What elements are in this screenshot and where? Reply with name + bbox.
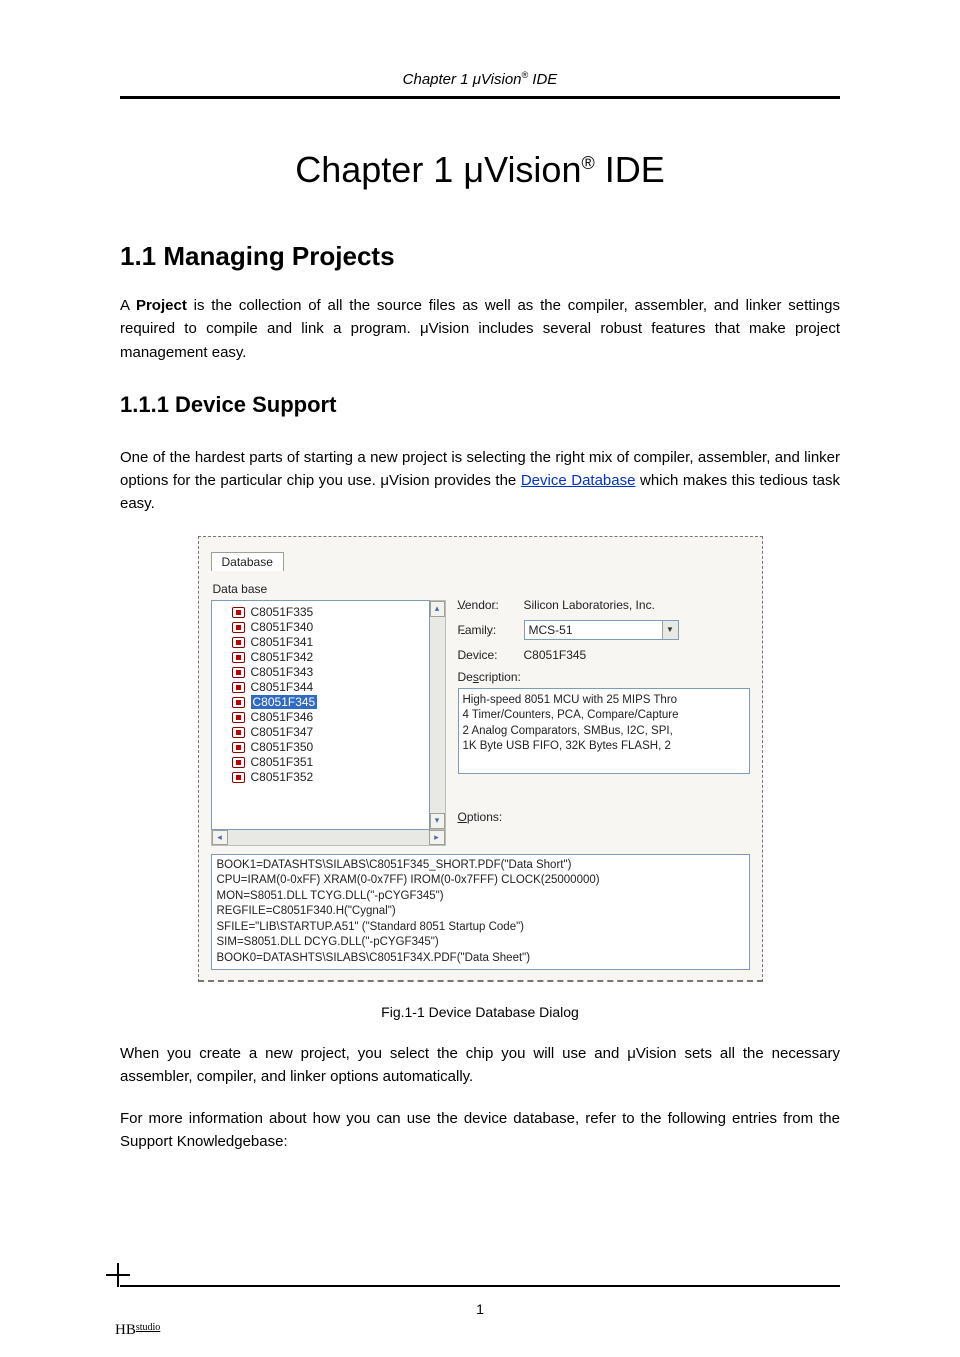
family-combobox[interactable]: MCS-51 ▼ [524, 620, 679, 640]
list-item[interactable]: C8051F335 [232, 605, 427, 620]
section-heading-1-1: 1.1 Managing Projects [120, 241, 840, 272]
list-item[interactable]: C8051F351 [232, 755, 427, 770]
chip-icon [232, 667, 245, 678]
chapter-title-pre: Chapter 1 μVision [295, 149, 581, 190]
chevron-down-icon[interactable]: ▼ [662, 621, 678, 639]
figure-caption: Fig.1-1 Device Database Dialog [120, 1004, 840, 1020]
crop-mark-icon [106, 1263, 130, 1287]
footer-brand-studio: studio [136, 1322, 160, 1333]
family-value: MCS-51 [529, 623, 573, 637]
footer-rule [120, 1285, 840, 1287]
list-item[interactable]: C8051F340 [232, 620, 427, 635]
list-item[interactable]: C8051F346 [232, 710, 427, 725]
scrollbar-vertical[interactable]: ▴ ▾ [430, 600, 446, 830]
paragraph-project-intro: A Project is the collection of all the s… [120, 294, 840, 364]
scroll-right-icon[interactable]: ▸ [429, 830, 445, 845]
device-database-dialog: Database Data base C8051F335 C8051F340 C… [198, 536, 763, 983]
vendor-label: Vendor: [458, 598, 516, 612]
chip-icon [232, 652, 245, 663]
bold-project: Project [136, 297, 187, 314]
device-database-link[interactable]: Device Database [521, 472, 636, 489]
chip-icon [232, 622, 245, 633]
device-value: C8051F345 [524, 648, 750, 662]
running-header-pre: Chapter 1 μVision [403, 71, 522, 88]
list-item[interactable]: C8051F352 [232, 770, 427, 785]
chapter-title-sup: ® [581, 153, 594, 173]
list-item[interactable]: C8051F341 [232, 635, 427, 650]
chip-icon [232, 727, 245, 738]
scrollbar-horizontal[interactable]: ◂ ▸ [211, 830, 446, 846]
paragraph-device-support: One of the hardest parts of starting a n… [120, 446, 840, 516]
chip-icon [232, 742, 245, 753]
running-header: Chapter 1 μVision® IDE [120, 70, 840, 99]
footer-brand: HBstudio [115, 1322, 160, 1339]
list-item[interactable]: C8051F344 [232, 680, 427, 695]
database-list-title: Data base [213, 582, 446, 596]
chapter-title: Chapter 1 μVision® IDE [120, 149, 840, 191]
scroll-up-icon[interactable]: ▴ [430, 601, 445, 617]
options-textbox[interactable]: BOOK1=DATASHTS\SILABS\C8051F345_SHORT.PD… [211, 854, 750, 971]
list-item[interactable]: C8051F347 [232, 725, 427, 740]
chip-icon [232, 637, 245, 648]
description-textbox[interactable]: High-speed 8051 MCU with 25 MIPS Thro 4 … [458, 688, 750, 774]
paragraph-more-info: For more information about how you can u… [120, 1107, 840, 1154]
chapter-title-post: IDE [595, 149, 665, 190]
chip-icon [232, 757, 245, 768]
chip-icon [232, 682, 245, 693]
dialog-tab-database[interactable]: Database [211, 552, 284, 571]
page-number: 1 [0, 1301, 960, 1317]
footer-brand-hb: HB [115, 1322, 136, 1338]
family-label: Family: [458, 623, 516, 637]
chip-icon [232, 697, 245, 708]
chip-icon [232, 607, 245, 618]
list-item[interactable]: C8051F350 [232, 740, 427, 755]
list-item[interactable]: C8051F342 [232, 650, 427, 665]
vendor-value: Silicon Laboratories, Inc. [524, 598, 750, 612]
chip-icon [232, 772, 245, 783]
scroll-down-icon[interactable]: ▾ [430, 813, 445, 829]
scroll-left-icon[interactable]: ◂ [212, 830, 228, 845]
paragraph-create-project: When you create a new project, you selec… [120, 1042, 840, 1089]
device-label: Device: [458, 648, 516, 662]
running-header-post: IDE [528, 71, 557, 88]
list-item-selected[interactable]: C8051F345 [232, 695, 427, 710]
description-label: Description: [458, 670, 750, 684]
device-listbox[interactable]: C8051F335 C8051F340 C8051F341 C8051F342 … [211, 600, 430, 830]
chip-icon [232, 712, 245, 723]
section-heading-1-1-1: 1.1.1 Device Support [120, 392, 840, 418]
options-label: Options: [458, 810, 750, 824]
list-item[interactable]: C8051F343 [232, 665, 427, 680]
